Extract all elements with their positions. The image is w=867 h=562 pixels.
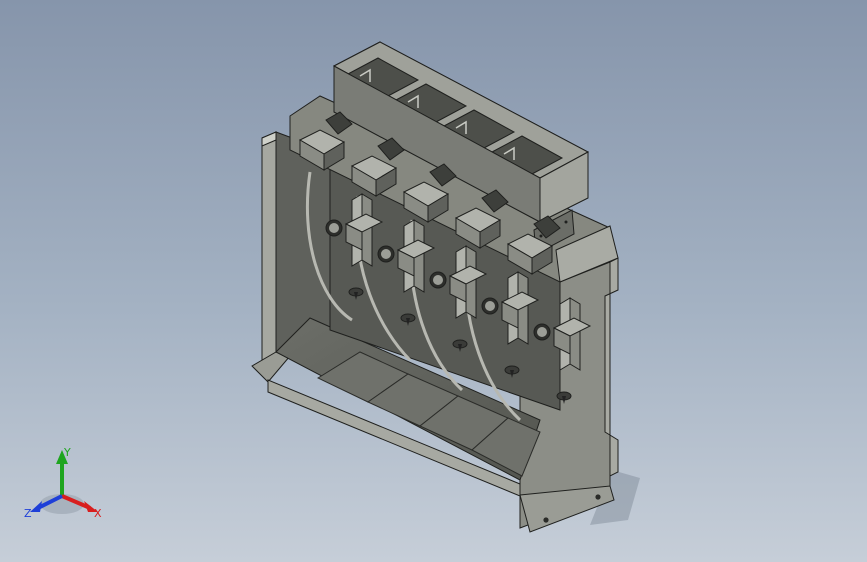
z-axis-arrow-icon — [30, 501, 42, 512]
z-axis-label: Z — [24, 507, 32, 520]
screw — [539, 234, 543, 238]
bolt-hole — [595, 494, 601, 500]
y-axis-label: Y — [63, 446, 71, 459]
3d-viewport[interactable]: Y X Z — [0, 0, 867, 562]
gauge-face — [433, 275, 443, 285]
gauge-face — [537, 327, 547, 337]
cad-model[interactable] — [0, 0, 867, 562]
x-axis-label: X — [94, 507, 102, 520]
left-panel-edge — [261, 131, 277, 369]
gauge-face — [485, 301, 495, 311]
screw — [564, 220, 568, 224]
gauge-face — [329, 223, 339, 233]
orientation-triad[interactable]: Y X Z — [22, 446, 108, 526]
gauge-face — [381, 249, 391, 259]
bolt-hole — [543, 517, 549, 523]
